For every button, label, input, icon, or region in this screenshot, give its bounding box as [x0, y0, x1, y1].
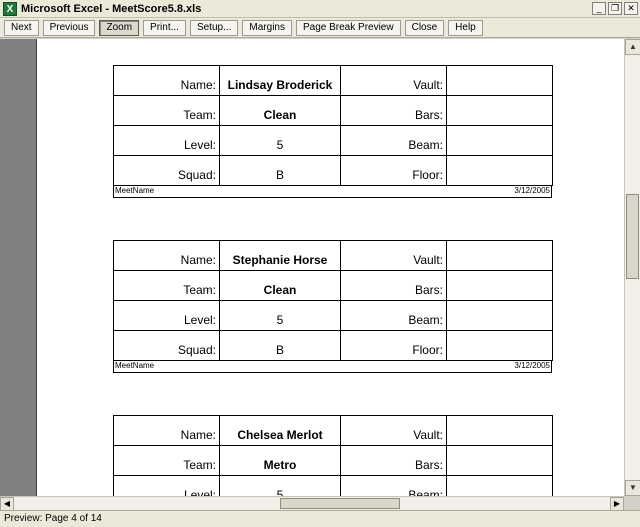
vault-score-cell: [446, 65, 553, 96]
level-value: 5: [219, 475, 341, 496]
scroll-down-icon[interactable]: ▼: [625, 480, 640, 496]
floor-label: Floor:: [340, 155, 447, 186]
scrollbar-corner: [624, 496, 640, 510]
close-window-button[interactable]: ✕: [624, 2, 638, 15]
name-label: Name:: [113, 240, 220, 271]
next-button[interactable]: Next: [4, 19, 39, 36]
table-row: Level: 5 Beam:: [113, 300, 553, 331]
floor-score-cell: [446, 330, 553, 361]
title-bar: X Microsoft Excel - MeetScore5.8.xls _ ❐…: [0, 0, 640, 18]
team-value: Clean: [219, 95, 341, 126]
gymnast-name: Lindsay Broderick: [219, 65, 341, 96]
status-bar: Preview: Page 4 of 14: [0, 510, 640, 527]
vault-label: Vault:: [340, 65, 447, 96]
floor-label: Floor:: [340, 330, 447, 361]
previous-button[interactable]: Previous: [42, 19, 96, 36]
preview-area: Name: Lindsay Broderick Vault: Team: Cle…: [0, 39, 624, 496]
scroll-up-icon[interactable]: ▲: [625, 39, 640, 55]
page-footer: MeetName 3/12/2005: [113, 361, 552, 373]
bars-score-cell: [446, 95, 553, 126]
beam-label: Beam:: [340, 475, 447, 496]
team-label: Team:: [113, 445, 220, 476]
table-row: Name: Chelsea Merlot Vault:: [113, 415, 553, 446]
gymnast-name: Stephanie Horse: [219, 240, 341, 271]
level-label: Level:: [113, 125, 220, 156]
squad-value: B: [219, 330, 341, 361]
table-row: Team: Clean Bars:: [113, 95, 553, 126]
score-card: Name: Chelsea Merlot Vault: Team: Metro …: [113, 415, 553, 496]
level-value: 5: [219, 300, 341, 331]
scroll-right-icon[interactable]: ▶: [610, 497, 624, 511]
bars-label: Bars:: [340, 95, 447, 126]
table-row: Team: Metro Bars:: [113, 445, 553, 476]
bars-score-cell: [446, 445, 553, 476]
vertical-scroll-thumb[interactable]: [626, 194, 639, 279]
print-preview-toolbar: Next Previous Zoom Print... Setup... Mar…: [0, 18, 640, 38]
footer-meet-name: MeetName: [115, 361, 155, 370]
footer-date: 3/12/2005: [514, 361, 550, 370]
footer-meet-name: MeetName: [115, 186, 155, 195]
beam-score-cell: [446, 300, 553, 331]
vault-score-cell: [446, 415, 553, 446]
minimize-button[interactable]: _: [592, 2, 606, 15]
page-break-preview-button[interactable]: Page Break Preview: [295, 19, 401, 36]
vault-label: Vault:: [340, 240, 447, 271]
margins-button[interactable]: Margins: [242, 19, 292, 36]
table-row: Squad: B Floor:: [113, 155, 553, 186]
bars-label: Bars:: [340, 270, 447, 301]
zoom-button[interactable]: Zoom: [99, 19, 140, 36]
name-label: Name:: [113, 415, 220, 446]
table-row: Squad: B Floor:: [113, 330, 553, 361]
close-preview-button[interactable]: Close: [404, 19, 445, 36]
score-card: Name: Stephanie Horse Vault: Team: Clean…: [113, 240, 553, 373]
horizontal-scroll-thumb[interactable]: [280, 498, 400, 509]
preview-page[interactable]: Name: Lindsay Broderick Vault: Team: Cle…: [36, 39, 624, 496]
table-row: Team: Clean Bars:: [113, 270, 553, 301]
footer-date: 3/12/2005: [514, 186, 550, 195]
vault-label: Vault:: [340, 415, 447, 446]
table-row: Level: 5 Beam:: [113, 125, 553, 156]
table-row: Name: Lindsay Broderick Vault:: [113, 65, 553, 96]
team-label: Team:: [113, 270, 220, 301]
team-value: Clean: [219, 270, 341, 301]
setup-button[interactable]: Setup...: [189, 19, 239, 36]
table-row: Name: Stephanie Horse Vault:: [113, 240, 553, 271]
restore-button[interactable]: ❐: [608, 2, 622, 15]
beam-score-cell: [446, 475, 553, 496]
bars-score-cell: [446, 270, 553, 301]
floor-score-cell: [446, 155, 553, 186]
squad-label: Squad:: [113, 330, 220, 361]
table-row: Level: 5 Beam:: [113, 475, 553, 496]
score-card-table: Name: Stephanie Horse Vault: Team: Clean…: [113, 240, 553, 361]
level-label: Level:: [113, 300, 220, 331]
print-button[interactable]: Print...: [143, 19, 186, 36]
score-card-table: Name: Chelsea Merlot Vault: Team: Metro …: [113, 415, 553, 496]
beam-label: Beam:: [340, 125, 447, 156]
gymnast-name: Chelsea Merlot: [219, 415, 341, 446]
excel-icon: X: [3, 1, 17, 16]
scroll-left-icon[interactable]: ◀: [0, 497, 14, 511]
squad-label: Squad:: [113, 155, 220, 186]
name-label: Name:: [113, 65, 220, 96]
squad-value: B: [219, 155, 341, 186]
horizontal-scrollbar[interactable]: ◀ ▶: [0, 496, 624, 511]
team-label: Team:: [113, 95, 220, 126]
page-footer: MeetName 3/12/2005: [113, 186, 552, 198]
beam-score-cell: [446, 125, 553, 156]
level-label: Level:: [113, 475, 220, 496]
score-card-table: Name: Lindsay Broderick Vault: Team: Cle…: [113, 65, 553, 186]
status-text: Preview: Page 4 of 14: [4, 513, 102, 524]
vertical-scrollbar[interactable]: ▲ ▼: [624, 39, 640, 496]
window-title: Microsoft Excel - MeetScore5.8.xls: [21, 2, 202, 15]
preview-background: [0, 39, 36, 496]
help-button[interactable]: Help: [448, 19, 483, 36]
beam-label: Beam:: [340, 300, 447, 331]
team-value: Metro: [219, 445, 341, 476]
bars-label: Bars:: [340, 445, 447, 476]
level-value: 5: [219, 125, 341, 156]
score-card: Name: Lindsay Broderick Vault: Team: Cle…: [113, 65, 553, 198]
vault-score-cell: [446, 240, 553, 271]
